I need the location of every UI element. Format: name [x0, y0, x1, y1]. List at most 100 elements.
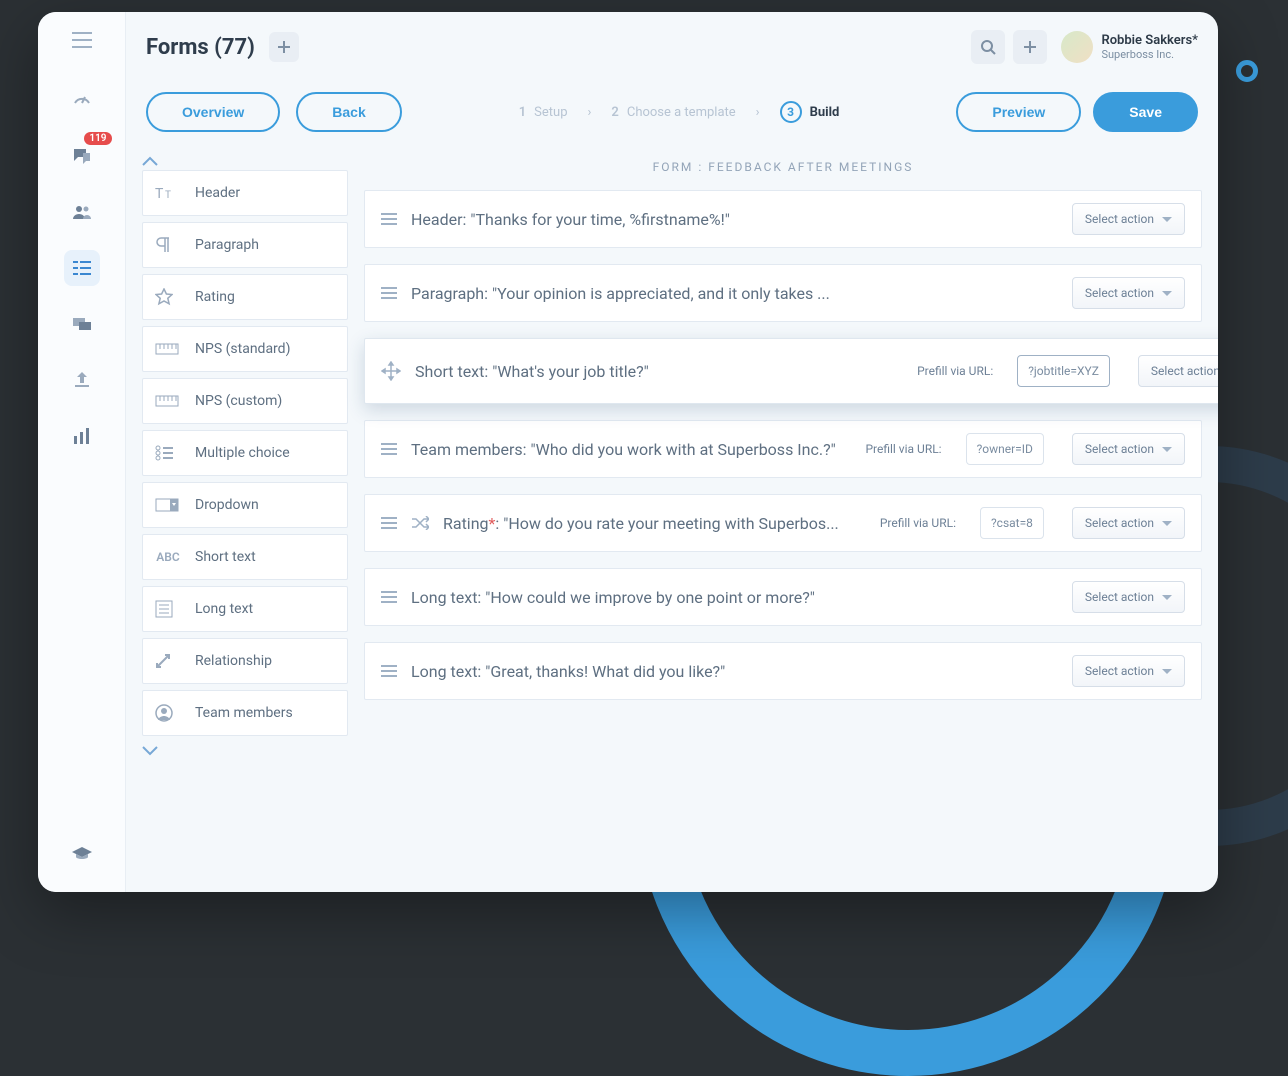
palette-scroll-up[interactable] — [142, 152, 348, 170]
nav-users[interactable] — [64, 194, 100, 230]
nav-upload[interactable] — [64, 362, 100, 398]
select-action-button[interactable]: Select action — [1072, 433, 1185, 465]
palette-item-label: Relationship — [195, 653, 272, 669]
row-label: Short text: "What's your job title?" — [415, 362, 903, 381]
palette-item-rating[interactable]: Rating — [142, 274, 348, 320]
palette-item-relationship[interactable]: Relationship — [142, 638, 348, 684]
chevron-down-icon — [1162, 521, 1172, 526]
palette-scroll-down[interactable] — [142, 742, 348, 760]
new-button[interactable] — [1013, 30, 1047, 64]
palette-item-label: Paragraph — [195, 237, 259, 253]
step-build[interactable]: 3 Build — [780, 101, 840, 123]
overview-button[interactable]: Overview — [146, 92, 280, 132]
action-bar: Overview Back 1 Setup › 2 Choose a templ… — [126, 82, 1218, 142]
palette-item-label: Dropdown — [195, 497, 259, 513]
palette-item-label: Rating — [195, 289, 235, 305]
select-action-button[interactable]: Select action — [1072, 655, 1185, 687]
prefill-input[interactable]: ?jobtitle=XYZ — [1017, 355, 1110, 387]
chevron-down-icon — [1162, 595, 1172, 600]
pilcrow-icon — [155, 236, 181, 254]
nav-analytics[interactable] — [64, 418, 100, 454]
prefill-input[interactable]: ?csat=8 — [980, 507, 1044, 539]
palette-item-long-text[interactable]: Long text — [142, 586, 348, 632]
drag-handle-icon[interactable] — [381, 212, 397, 226]
form-canvas: FORM : FEEDBACK AFTER MEETINGS Header: "… — [364, 152, 1202, 872]
step-1-num: 1 — [519, 105, 526, 120]
nav-inbox[interactable] — [64, 306, 100, 342]
builder-body: TT Header Paragraph Rating NPS (standard) NPS… — [126, 142, 1218, 892]
step-3-label: Build — [810, 105, 840, 120]
form-row[interactable]: Long text: "How could we improve by one … — [364, 568, 1202, 626]
palette-item-multiple-choice[interactable]: Multiple choice — [142, 430, 348, 476]
form-row[interactable]: Long text: "Great, thanks! What did you … — [364, 642, 1202, 700]
main-area: Forms (77) Robbie Sakkers* Superboss Inc… — [126, 12, 1218, 892]
select-action-button[interactable]: Select action — [1072, 581, 1185, 613]
drag-handle-icon[interactable] — [381, 516, 397, 530]
palette-item-header[interactable]: TT Header — [142, 170, 348, 216]
form-row[interactable]: Header: "Thanks for your time, %firstnam… — [364, 190, 1202, 248]
save-button[interactable]: Save — [1093, 92, 1198, 132]
preview-button[interactable]: Preview — [956, 92, 1081, 132]
palette-item-nps-standard-[interactable]: NPS (standard) — [142, 326, 348, 372]
ruler-icon — [155, 395, 181, 407]
select-action-button[interactable]: Select action — [1072, 203, 1185, 235]
drag-handle-icon[interactable] — [381, 590, 397, 604]
step-setup[interactable]: 1 Setup — [519, 105, 568, 120]
form-row[interactable]: Rating*: "How do you rate your meeting w… — [364, 494, 1202, 552]
drag-handle-icon[interactable] — [381, 664, 397, 678]
palette-item-nps-custom-[interactable]: NPS (custom) — [142, 378, 348, 424]
palette-item-team-members[interactable]: Team members — [142, 690, 348, 736]
step-template[interactable]: 2 Choose a template — [611, 105, 735, 120]
chevron-right-icon: › — [756, 105, 760, 120]
palette-item-label: Team members — [195, 705, 293, 721]
step-2-num: 2 — [611, 105, 618, 120]
nav-dashboard[interactable] — [64, 82, 100, 118]
chevron-down-icon — [1162, 669, 1172, 674]
palette-item-dropdown[interactable]: Dropdown — [142, 482, 348, 528]
select-action-button[interactable]: Select action — [1072, 277, 1185, 309]
chevron-down-icon — [1162, 447, 1172, 452]
abc-icon: ABC — [155, 549, 181, 565]
palette-item-label: Multiple choice — [195, 445, 290, 461]
topbar: Forms (77) Robbie Sakkers* Superboss Inc… — [126, 12, 1218, 82]
back-button[interactable]: Back — [296, 92, 401, 132]
nav-forms[interactable] — [64, 250, 100, 286]
nav-messages[interactable]: 119 — [64, 138, 100, 174]
notif-badge: 119 — [84, 132, 111, 145]
chevron-down-icon — [1162, 291, 1172, 296]
search-button[interactable] — [971, 30, 1005, 64]
sidebar: 119 — [38, 12, 126, 892]
drag-handle-icon[interactable] — [381, 286, 397, 300]
select-action-button[interactable]: Select action — [1072, 507, 1185, 539]
user-company: Superboss Inc. — [1101, 48, 1198, 61]
drag-handle-icon[interactable] — [381, 442, 397, 456]
svg-text:T: T — [165, 190, 171, 201]
prefill-label: Prefill via URL: — [917, 364, 993, 378]
form-row[interactable]: Team members: "Who did you work with at … — [364, 420, 1202, 478]
user-menu[interactable]: Robbie Sakkers* Superboss Inc. — [1061, 31, 1198, 63]
prefill-input[interactable]: ?owner=ID — [966, 433, 1044, 465]
add-button[interactable] — [269, 32, 299, 62]
select-action-button[interactable]: Select action — [1138, 355, 1218, 387]
move-icon[interactable] — [381, 361, 401, 381]
row-label: Long text: "Great, thanks! What did you … — [411, 662, 1044, 681]
palette-item-short-text[interactable]: ABC Short text — [142, 534, 348, 580]
menu-icon[interactable] — [72, 32, 92, 48]
app-window: 119 Forms (77) — [38, 12, 1218, 892]
palette-item-label: Short text — [195, 549, 256, 565]
row-label: Header: "Thanks for your time, %firstnam… — [411, 210, 1044, 229]
form-row[interactable]: Short text: "What's your job title?" Pref… — [364, 338, 1218, 404]
step-2-label: Choose a template — [627, 105, 736, 120]
row-label: Long text: "How could we improve by one … — [411, 588, 1044, 607]
palette-item-label: Header — [195, 185, 240, 201]
row-label: Paragraph: "Your opinion is appreciated,… — [411, 284, 1044, 303]
user-name: Robbie Sakkers* — [1101, 33, 1198, 48]
form-row[interactable]: Paragraph: "Your opinion is appreciated,… — [364, 264, 1202, 322]
page-title: Forms (77) — [146, 35, 255, 60]
prefill-label: Prefill via URL: — [865, 442, 941, 456]
palette-item-label: NPS (custom) — [195, 393, 282, 409]
palette-item-paragraph[interactable]: Paragraph — [142, 222, 348, 268]
shuffle-icon[interactable] — [411, 516, 429, 530]
tt-icon: TT — [155, 185, 181, 201]
nav-learn[interactable] — [64, 836, 100, 872]
